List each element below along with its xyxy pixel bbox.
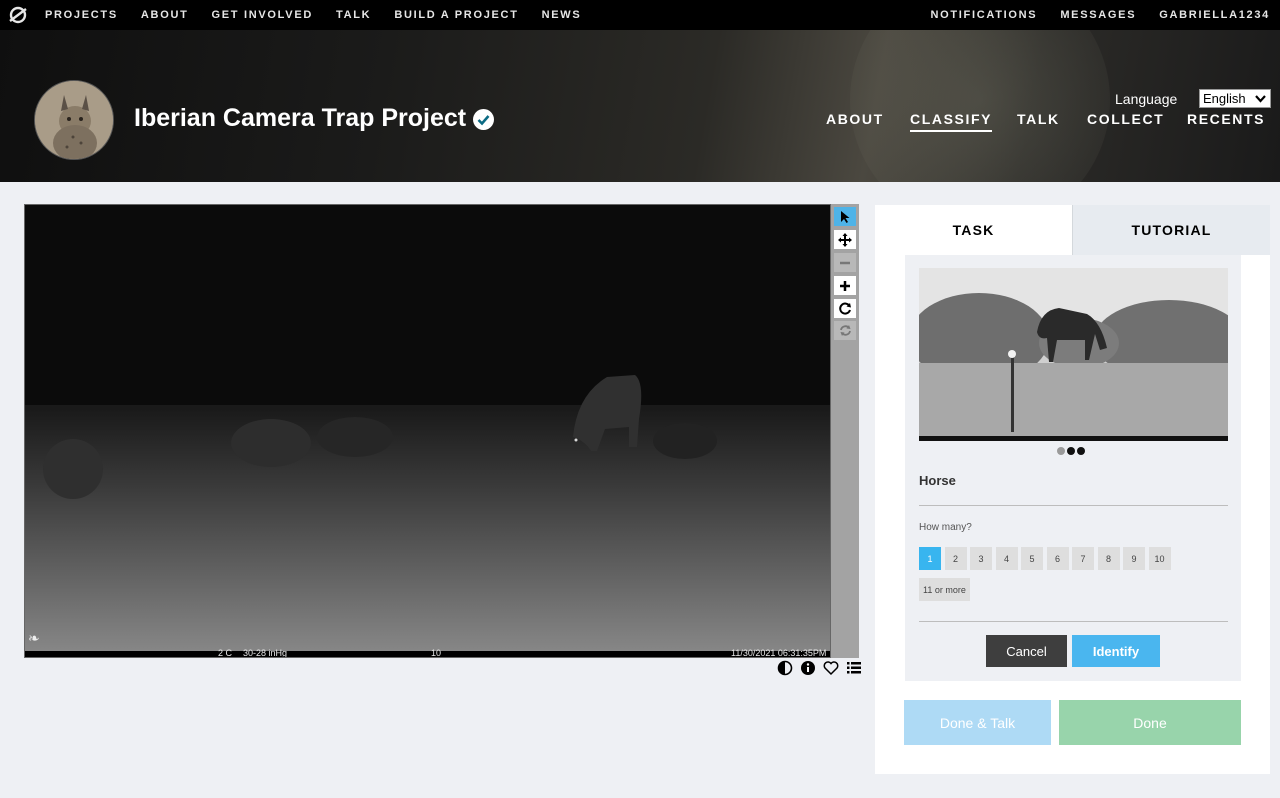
reset-view-button[interactable]	[834, 321, 856, 340]
horse-example-image	[919, 268, 1228, 441]
project-title[interactable]: Iberian Camera Trap Project	[134, 104, 466, 133]
answer-11-or-more[interactable]: 11 or more	[919, 578, 970, 601]
nav-news[interactable]: NEWS	[542, 9, 582, 21]
rotate-button[interactable]	[834, 299, 856, 318]
reset-icon	[839, 325, 851, 336]
project-nav-classify[interactable]: CLASSIFY	[910, 111, 993, 132]
task-panel: TASK TUTORIAL Horse How many? 1 2 3 4 5 …	[875, 205, 1270, 774]
divider	[919, 505, 1228, 506]
language-select-value: English	[1203, 91, 1246, 106]
footer-datetime: 11/30/2021 06:31:35PM	[731, 648, 827, 658]
pager-dot[interactable]	[1057, 447, 1065, 455]
verified-check-icon	[473, 109, 494, 130]
nav-notifications[interactable]: NOTIFICATIONS	[930, 9, 1037, 21]
zoom-in-icon	[840, 280, 850, 291]
pan-tool-button[interactable]	[834, 230, 856, 249]
language-label: Language	[1115, 91, 1178, 107]
answer-2[interactable]: 2	[944, 547, 967, 570]
footer-pressure: 30-28 inHg	[243, 648, 288, 658]
choice-example-image	[919, 268, 1228, 441]
camera-trap-image	[25, 205, 830, 657]
collections-list-icon[interactable]	[846, 660, 862, 676]
nav-about[interactable]: ABOUT	[141, 9, 189, 21]
nav-get-involved[interactable]: GET INVOLVED	[212, 9, 313, 21]
answer-9[interactable]: 9	[1123, 547, 1145, 570]
nav-build-a-project[interactable]: BUILD A PROJECT	[394, 9, 518, 21]
divider	[919, 621, 1228, 622]
project-nav-collect[interactable]: COLLECT	[1087, 111, 1164, 127]
project-nav-recents[interactable]: RECENTS	[1187, 111, 1265, 127]
zoom-out-button[interactable]	[834, 253, 856, 272]
trail-cam-footer: ❧ 2 C 30-28 inHg 10 11/30/2021 06:31:35P…	[25, 630, 830, 658]
example-image-pager	[1057, 447, 1087, 455]
choice-detail: Horse How many? 1 2 3 4 5 6 7 8 9 10 11 …	[905, 255, 1241, 681]
answer-7[interactable]: 7	[1072, 547, 1094, 570]
language-select[interactable]: English	[1199, 89, 1271, 108]
answer-10[interactable]: 10	[1148, 547, 1171, 570]
footer-camera-id: 10	[431, 648, 442, 658]
tab-task[interactable]: TASK	[875, 205, 1072, 255]
project-nav-talk[interactable]: TALK	[1017, 111, 1060, 127]
nav-talk[interactable]: TALK	[336, 9, 371, 21]
answer-8[interactable]: 8	[1097, 547, 1120, 570]
favorite-heart-icon[interactable]	[823, 660, 839, 676]
invert-icon[interactable]	[777, 660, 793, 676]
lynx-avatar-image	[35, 81, 113, 159]
zoom-in-button[interactable]	[834, 276, 856, 295]
answer-3[interactable]: 3	[970, 547, 992, 570]
done-button[interactable]: Done	[1059, 700, 1241, 745]
viewer-toolbar	[831, 204, 859, 658]
nav-messages[interactable]: MESSAGES	[1060, 9, 1136, 21]
nav-projects[interactable]: PROJECTS	[45, 9, 118, 21]
project-avatar[interactable]	[34, 80, 114, 160]
answer-6[interactable]: 6	[1046, 547, 1069, 570]
tab-tutorial[interactable]: TUTORIAL	[1072, 205, 1270, 255]
pager-dot[interactable]	[1067, 447, 1075, 455]
cancel-button[interactable]: Cancel	[986, 635, 1067, 667]
pager-dot[interactable]	[1077, 447, 1085, 455]
pointer-icon	[841, 210, 850, 223]
info-icon[interactable]	[800, 660, 816, 676]
browning-logo-icon: ❧	[28, 630, 40, 646]
pan-icon	[838, 232, 852, 247]
user-nav: NOTIFICATIONS MESSAGES GABRIELLA1234	[907, 0, 1280, 30]
zoom-out-icon	[840, 261, 850, 264]
how-many-question: How many?	[919, 522, 972, 533]
user-menu[interactable]: GABRIELLA1234	[1159, 9, 1270, 21]
project-header: Iberian Camera Trap Project Language Eng…	[0, 30, 1280, 182]
zooniverse-logo-icon[interactable]	[7, 4, 29, 26]
identify-button[interactable]: Identify	[1072, 635, 1160, 667]
done-and-talk-button[interactable]: Done & Talk	[904, 700, 1051, 745]
site-top-nav: PROJECTS ABOUT GET INVOLVED TALK BUILD A…	[0, 0, 1280, 30]
subject-meta-tools	[777, 660, 869, 676]
answer-1[interactable]: 1	[919, 547, 941, 570]
answer-4[interactable]: 4	[995, 547, 1018, 570]
chevron-down-icon	[1255, 95, 1266, 103]
pointer-tool-button[interactable]	[834, 207, 856, 226]
footer-temperature: 2 C	[218, 648, 233, 658]
header-background-glow	[850, 30, 1110, 182]
how-many-answers: 1 2 3 4 5 6 7 8 9 10 11 or more	[919, 547, 1228, 609]
answer-5[interactable]: 5	[1021, 547, 1043, 570]
subject-image-viewer[interactable]: ❧ 2 C 30-28 inHg 10 11/30/2021 06:31:35P…	[24, 204, 831, 658]
rotate-icon	[838, 302, 851, 315]
project-nav-about[interactable]: ABOUT	[826, 111, 884, 127]
choice-name: Horse	[919, 473, 956, 488]
